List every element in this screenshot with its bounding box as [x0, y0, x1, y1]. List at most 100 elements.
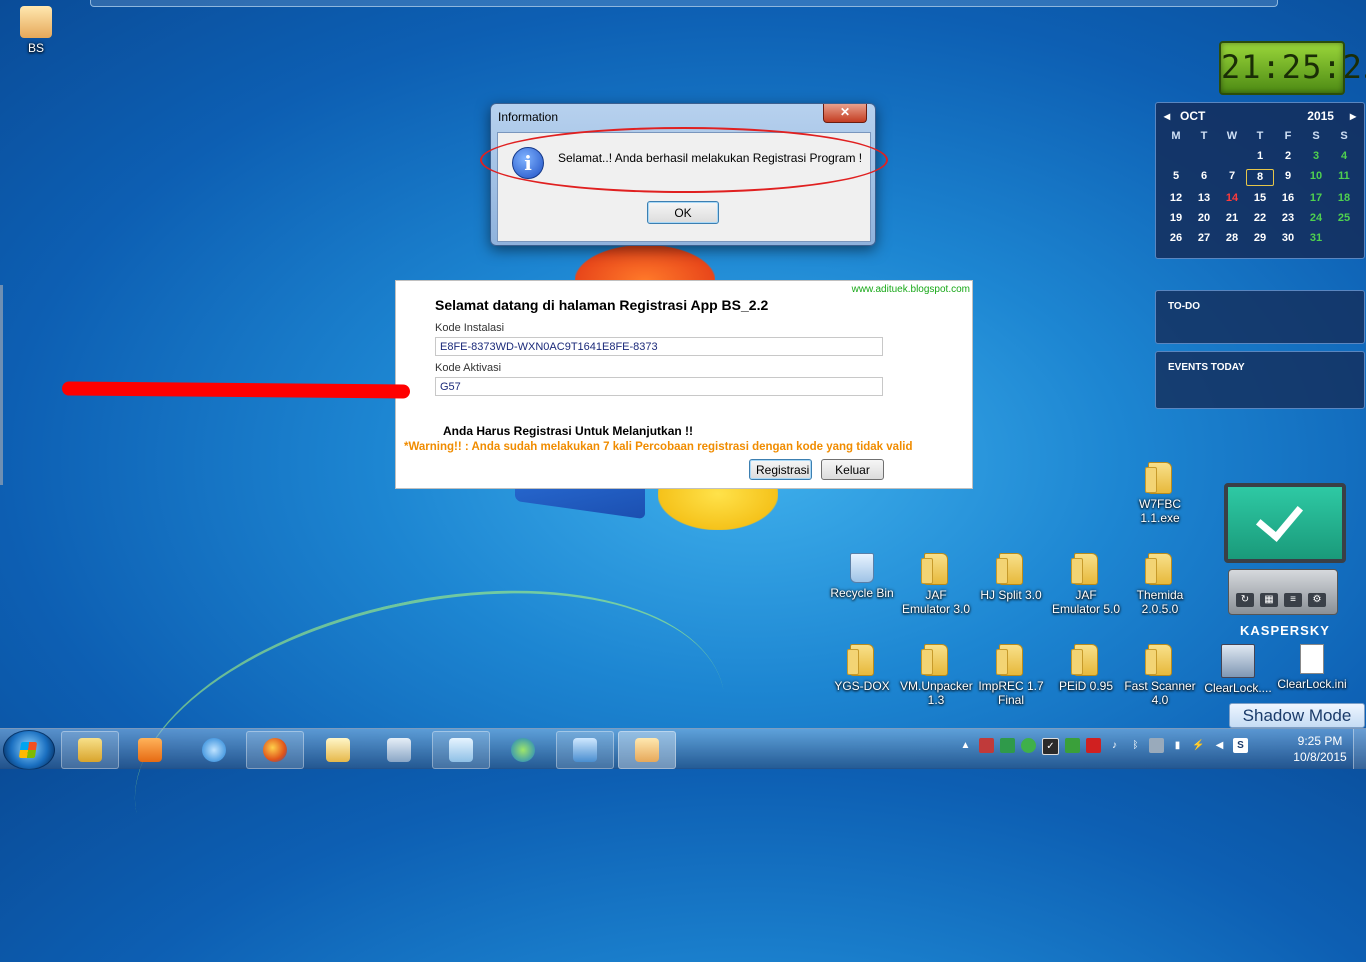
calendar-month: OCT	[1180, 109, 1206, 123]
todo-panel[interactable]: TO-DO	[1155, 290, 1365, 344]
security-alert-icon[interactable]	[979, 738, 994, 753]
calendar-day[interactable]: 28	[1218, 231, 1246, 246]
audio-manager-icon[interactable]: ♪	[1107, 738, 1122, 753]
calendar-day[interactable]: 27	[1190, 231, 1218, 246]
calendar-day[interactable]: 22	[1246, 211, 1274, 226]
calendar-day[interactable]: 14	[1218, 191, 1246, 206]
calendar-day[interactable]: 9	[1274, 169, 1302, 184]
desktop-icon-clearlock-exe[interactable]: ClearLock....	[1202, 644, 1274, 695]
calendar-day[interactable]: 4	[1330, 149, 1358, 164]
desktop-icon-imprec[interactable]: ImpREC 1.7 Final	[975, 644, 1047, 707]
power-icon[interactable]: ⚡	[1191, 738, 1206, 753]
redaction-mark	[61, 381, 411, 399]
taskbar-firefox[interactable]	[246, 731, 304, 769]
ok-button[interactable]: OK	[647, 201, 719, 224]
report-icon[interactable]: ≡	[1284, 593, 1302, 607]
bluetooth-icon[interactable]: ᛒ	[1128, 738, 1143, 753]
shadow-mode-button[interactable]: Shadow Mode	[1229, 703, 1365, 728]
information-dialog: Information ✕ i Selamat..! Anda berhasil…	[480, 103, 888, 246]
exit-button[interactable]: Keluar	[821, 459, 884, 480]
calendar-day[interactable]: 1	[1246, 149, 1274, 164]
blog-url[interactable]: www.adituek.blogspot.com	[852, 284, 970, 295]
calendar-day[interactable]: 17	[1302, 191, 1330, 206]
calendar-gadget[interactable]: ◂ OCT 2015 ▸ M T W T F S S 1 2 3 4 5 6 7 8 9 10 11 12 13 14 1…	[1155, 102, 1365, 259]
prev-month-icon[interactable]: ◂	[1164, 109, 1170, 123]
desktop-icon-hjsplit[interactable]: HJ Split 3.0	[975, 553, 1047, 602]
show-desktop-button[interactable]	[1353, 729, 1366, 769]
taskbar-media-player[interactable]	[121, 731, 179, 769]
calendar-day[interactable]: 26	[1162, 231, 1190, 246]
events-panel[interactable]: EVENTS TODAY	[1155, 351, 1365, 409]
taskbar-explorer[interactable]	[61, 731, 119, 769]
calendar-day[interactable]: 6	[1190, 169, 1218, 184]
calendar-day[interactable]: 16	[1274, 191, 1302, 206]
desktop-icon-peid[interactable]: PEiD 0.95	[1050, 644, 1122, 693]
calendar-day[interactable]: 13	[1190, 191, 1218, 206]
calendar-day[interactable]: 21	[1218, 211, 1246, 226]
calendar-day[interactable]: 10	[1302, 169, 1330, 184]
desktop-icon-fast-scanner[interactable]: Fast Scanner 4.0	[1124, 644, 1196, 707]
taskbar-window-manager[interactable]	[370, 731, 428, 769]
taskbar-clock[interactable]: 9:25 PM 10/8/2015	[1292, 733, 1348, 765]
desktop-icon-label: JAF Emulator 5.0	[1051, 588, 1121, 616]
taskbar-notes[interactable]	[432, 731, 490, 769]
kaspersky-gadget[interactable]: ↻ ▦ ≡ ⚙ KASPERSKY	[1222, 481, 1346, 641]
register-button[interactable]: Registrasi	[749, 459, 812, 480]
activation-code-field[interactable]: G57	[435, 377, 883, 396]
desktop-icon-vm-unpacker[interactable]: VM.Unpacker 1.3	[900, 644, 973, 707]
desktop-icon-jaf3[interactable]: JAF Emulator 3.0	[900, 553, 972, 616]
calendar-day[interactable]: 19	[1162, 211, 1190, 226]
calendar-day[interactable]: 29	[1246, 231, 1274, 246]
calendar-day[interactable]: 23	[1274, 211, 1302, 226]
clock-gadget[interactable]: 21:25:25	[1219, 41, 1366, 95]
desktop-icon-bs[interactable]: BS	[0, 6, 72, 55]
s-app-icon[interactable]: S	[1233, 738, 1248, 753]
taskbar-bs-app[interactable]	[618, 731, 676, 769]
taskbar-photo-viewer[interactable]	[556, 731, 614, 769]
checkbox-tray-icon[interactable]: ✓	[1042, 738, 1059, 755]
calendar-day[interactable]: 8	[1246, 169, 1274, 186]
must-register-text: Anda Harus Registrasi Untuk Melanjutkan …	[443, 424, 694, 438]
calendar-day[interactable]: 11	[1330, 169, 1358, 184]
desktop-icon-w7fbc[interactable]: W7FBC 1.1.exe	[1124, 462, 1196, 525]
volume-icon[interactable]: ◀	[1212, 738, 1227, 753]
desktop-icon-jaf5[interactable]: JAF Emulator 5.0	[1050, 553, 1122, 616]
calendar-day[interactable]: 15	[1246, 191, 1274, 206]
start-button[interactable]	[3, 730, 55, 770]
calendar-day[interactable]: 18	[1330, 191, 1358, 206]
update-icon[interactable]: ↻	[1236, 593, 1254, 607]
taskbar-globe[interactable]	[494, 731, 552, 769]
calendar-weekday: S	[1340, 130, 1348, 142]
dialog-message: Selamat..! Anda berhasil melakukan Regis…	[558, 151, 863, 165]
update-tray-icon[interactable]	[1065, 738, 1080, 753]
calendar-day[interactable]: 5	[1162, 169, 1190, 184]
network-icon[interactable]: ▮	[1170, 738, 1185, 753]
calendar-day[interactable]: 25	[1330, 211, 1358, 226]
desktop-icon-ygs-dox[interactable]: YGS-DOX	[826, 644, 898, 693]
folder-icon	[1071, 553, 1098, 585]
desktop-icon-themida[interactable]: Themida 2.0.5.0	[1124, 553, 1196, 616]
next-month-icon[interactable]: ▸	[1350, 109, 1356, 123]
install-code-field[interactable]: E8FE-8373WD-WXN0AC9T1641E8FE-8373	[435, 337, 883, 356]
shield-icon[interactable]	[1086, 738, 1101, 753]
calendar-day[interactable]: 3	[1302, 149, 1330, 164]
calendar-icon[interactable]: ▦	[1260, 593, 1278, 607]
desktop-icon-clearlock-ini[interactable]: ClearLock.ini	[1276, 644, 1348, 691]
desktop-icon-recycle-bin[interactable]: Recycle Bin	[826, 553, 898, 600]
network-status-icon[interactable]	[1000, 738, 1015, 753]
taskbar-notepad[interactable]	[309, 731, 367, 769]
calendar-day[interactable]: 31	[1302, 231, 1330, 246]
settings-icon[interactable]: ⚙	[1308, 593, 1326, 607]
close-button[interactable]: ✕	[823, 104, 867, 123]
show-hidden-icons-icon[interactable]: ▲	[958, 738, 973, 753]
kaspersky-tray-icon[interactable]	[1021, 738, 1036, 753]
calendar-day[interactable]: 24	[1302, 211, 1330, 226]
calendar-day[interactable]: 2	[1274, 149, 1302, 164]
desktop-icon-label: HJ Split 3.0	[980, 588, 1042, 602]
calendar-day[interactable]: 30	[1274, 231, 1302, 246]
calendar-day[interactable]: 20	[1190, 211, 1218, 226]
display-icon[interactable]	[1149, 738, 1164, 753]
calendar-day[interactable]: 12	[1162, 191, 1190, 206]
taskbar-internet-explorer[interactable]	[185, 731, 243, 769]
calendar-day[interactable]: 7	[1218, 169, 1246, 184]
